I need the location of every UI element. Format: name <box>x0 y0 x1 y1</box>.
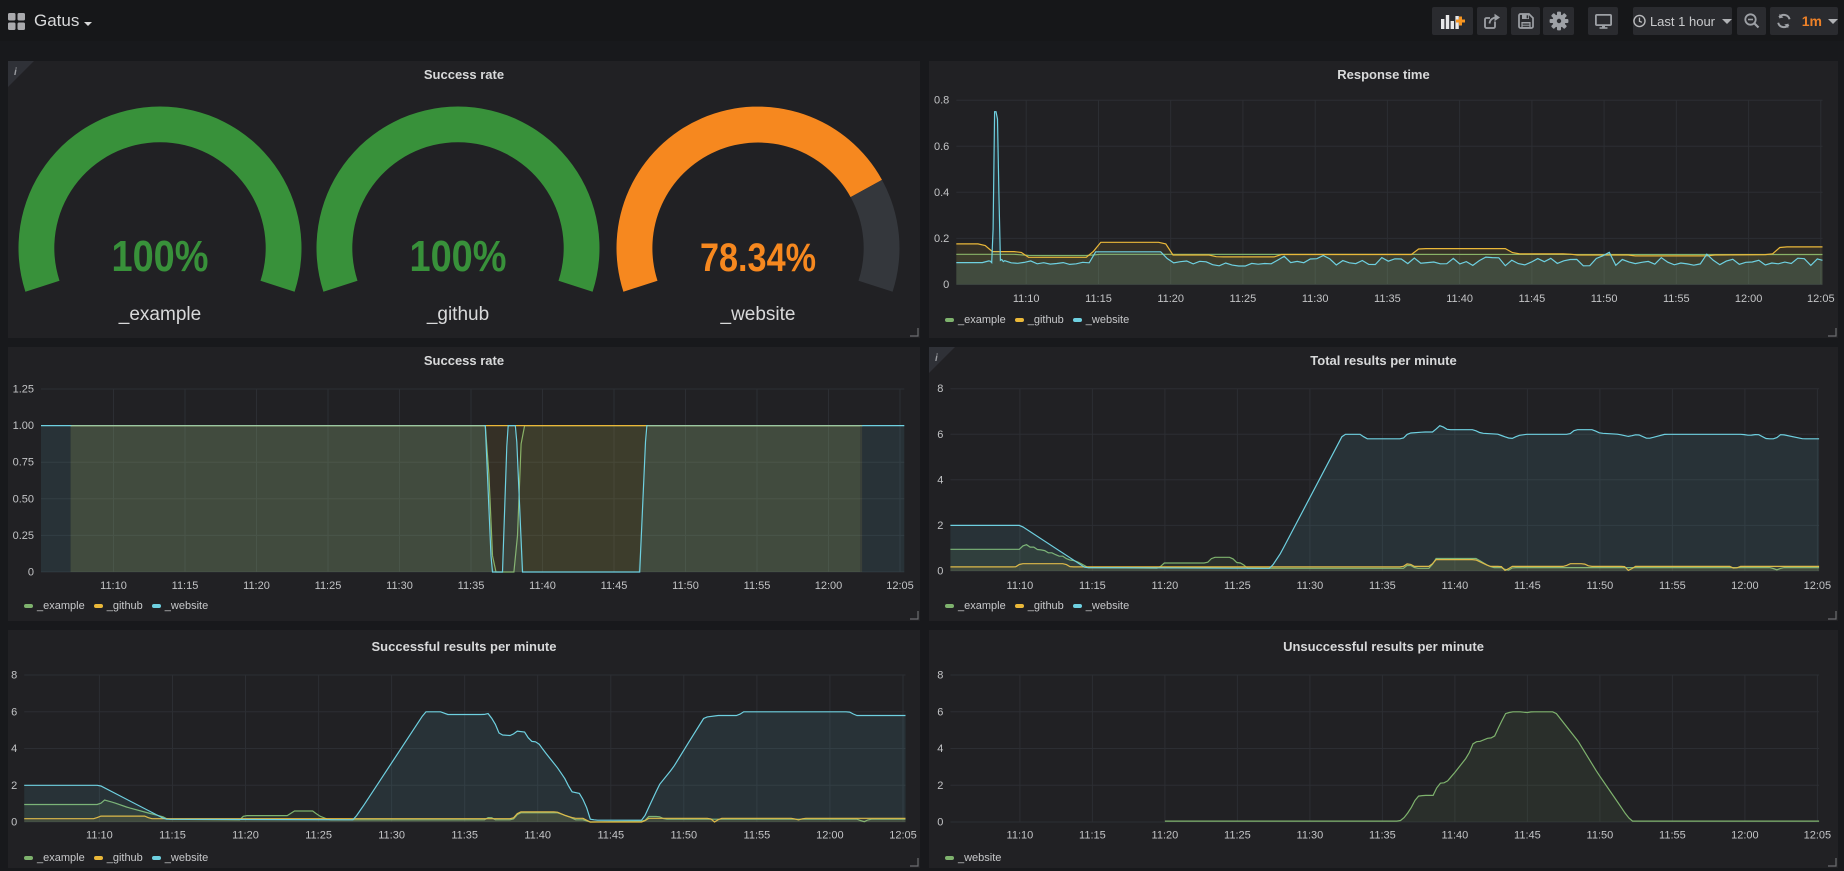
svg-text:11:15: 11:15 <box>159 830 186 842</box>
svg-text:0: 0 <box>28 567 34 579</box>
svg-text:4: 4 <box>937 743 943 755</box>
svg-text:6: 6 <box>937 429 943 441</box>
svg-text:11:45: 11:45 <box>1514 830 1541 842</box>
svg-text:4: 4 <box>937 474 943 486</box>
svg-text:11:10: 11:10 <box>1013 293 1040 305</box>
svg-text:11:55: 11:55 <box>744 830 771 842</box>
svg-text:2: 2 <box>11 780 17 792</box>
svg-text:12:05: 12:05 <box>889 830 917 842</box>
svg-text:11:10: 11:10 <box>1007 830 1034 842</box>
svg-text:12:00: 12:00 <box>816 830 844 842</box>
svg-text:11:50: 11:50 <box>1591 293 1618 305</box>
svg-text:1.25: 1.25 <box>13 384 34 396</box>
svg-text:2: 2 <box>937 780 943 792</box>
svg-text:11:35: 11:35 <box>1369 830 1396 842</box>
svg-text:11:45: 11:45 <box>597 830 624 842</box>
svg-text:11:35: 11:35 <box>1374 293 1401 305</box>
svg-text:_example: _example <box>118 304 201 325</box>
svg-text:0.6: 0.6 <box>934 141 949 153</box>
svg-text:11:20: 11:20 <box>1152 580 1179 592</box>
svg-text:0: 0 <box>937 566 943 578</box>
svg-text:11:45: 11:45 <box>601 580 628 592</box>
svg-text:11:30: 11:30 <box>1302 293 1329 305</box>
svg-text:0.8: 0.8 <box>934 95 949 107</box>
svg-text:6: 6 <box>937 706 943 718</box>
svg-text:0.4: 0.4 <box>934 187 949 199</box>
svg-text:12:00: 12:00 <box>1731 830 1759 842</box>
svg-text:12:05: 12:05 <box>1804 580 1832 592</box>
svg-text:11:15: 11:15 <box>172 580 199 592</box>
svg-text:2: 2 <box>937 520 943 532</box>
svg-text:11:35: 11:35 <box>1369 580 1396 592</box>
svg-text:100%: 100% <box>112 232 209 281</box>
svg-text:11:15: 11:15 <box>1085 293 1112 305</box>
svg-text:11:25: 11:25 <box>315 580 342 592</box>
svg-text:11:50: 11:50 <box>1587 830 1614 842</box>
svg-text:11:10: 11:10 <box>86 830 113 842</box>
svg-text:11:55: 11:55 <box>744 580 771 592</box>
svg-text:11:20: 11:20 <box>243 580 270 592</box>
svg-text:12:00: 12:00 <box>815 580 843 592</box>
svg-text:11:40: 11:40 <box>1442 830 1469 842</box>
svg-text:8: 8 <box>11 670 17 682</box>
svg-text:78.34%: 78.34% <box>700 236 816 280</box>
svg-text:i: i <box>935 353 938 364</box>
svg-text:11:30: 11:30 <box>378 830 405 842</box>
svg-text:11:50: 11:50 <box>1587 580 1614 592</box>
svg-text:11:25: 11:25 <box>1230 293 1257 305</box>
svg-text:0.25: 0.25 <box>13 530 34 542</box>
svg-text:0.75: 0.75 <box>13 457 34 469</box>
svg-text:8: 8 <box>937 670 943 682</box>
svg-text:11:35: 11:35 <box>451 830 478 842</box>
svg-text:11:55: 11:55 <box>1659 830 1686 842</box>
svg-text:0: 0 <box>937 817 943 829</box>
svg-text:11:40: 11:40 <box>1446 293 1473 305</box>
svg-text:11:35: 11:35 <box>458 580 485 592</box>
svg-text:100%: 100% <box>410 232 507 281</box>
svg-text:11:55: 11:55 <box>1663 293 1690 305</box>
svg-text:11:30: 11:30 <box>386 580 413 592</box>
svg-text:11:40: 11:40 <box>524 830 551 842</box>
svg-text:11:45: 11:45 <box>1519 293 1546 305</box>
svg-text:0.50: 0.50 <box>13 493 34 505</box>
svg-text:_website: _website <box>720 304 796 325</box>
svg-text:11:40: 11:40 <box>1442 580 1469 592</box>
svg-text:6: 6 <box>11 706 17 718</box>
svg-text:11:20: 11:20 <box>1152 830 1179 842</box>
svg-text:0: 0 <box>11 817 17 829</box>
svg-text:11:10: 11:10 <box>100 580 127 592</box>
svg-text:11:20: 11:20 <box>232 830 259 842</box>
svg-text:12:00: 12:00 <box>1731 580 1759 592</box>
svg-text:11:25: 11:25 <box>305 830 332 842</box>
svg-text:11:25: 11:25 <box>1224 580 1251 592</box>
svg-text:12:05: 12:05 <box>1804 830 1832 842</box>
svg-text:i: i <box>14 67 17 78</box>
svg-text:0: 0 <box>943 279 949 291</box>
svg-text:_github: _github <box>426 304 489 325</box>
svg-text:11:50: 11:50 <box>672 580 699 592</box>
svg-text:12:05: 12:05 <box>886 580 914 592</box>
svg-text:11:55: 11:55 <box>1659 580 1686 592</box>
svg-text:12:00: 12:00 <box>1735 293 1763 305</box>
svg-text:11:45: 11:45 <box>1514 580 1541 592</box>
svg-text:12:05: 12:05 <box>1807 293 1835 305</box>
svg-text:11:40: 11:40 <box>529 580 556 592</box>
svg-text:11:10: 11:10 <box>1007 580 1034 592</box>
svg-text:11:25: 11:25 <box>1224 830 1251 842</box>
svg-text:1.00: 1.00 <box>13 420 34 432</box>
svg-text:8: 8 <box>937 383 943 395</box>
svg-text:0.2: 0.2 <box>934 233 949 245</box>
svg-text:11:30: 11:30 <box>1297 830 1324 842</box>
svg-text:4: 4 <box>11 743 17 755</box>
svg-text:11:20: 11:20 <box>1157 293 1184 305</box>
svg-text:11:30: 11:30 <box>1297 580 1324 592</box>
svg-text:11:15: 11:15 <box>1079 830 1106 842</box>
svg-text:11:15: 11:15 <box>1079 580 1106 592</box>
svg-text:11:50: 11:50 <box>670 830 697 842</box>
